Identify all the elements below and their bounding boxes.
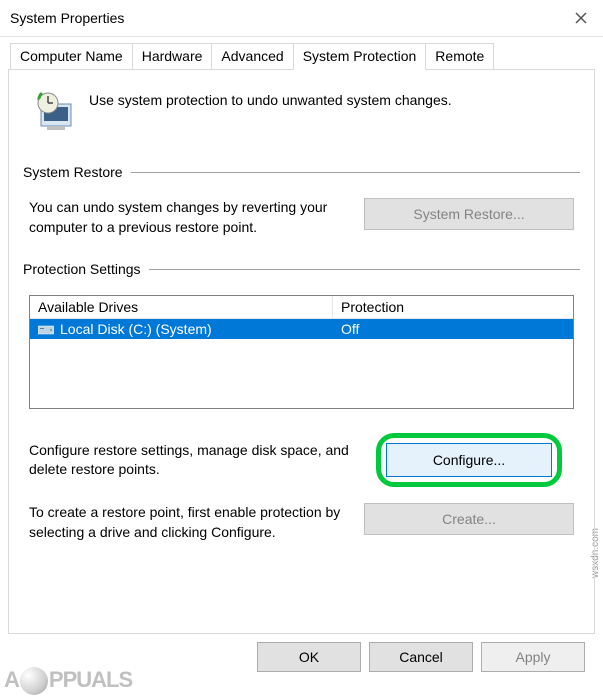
cancel-button[interactable]: Cancel	[369, 642, 473, 672]
column-drives[interactable]: Available Drives	[30, 296, 333, 319]
divider	[149, 269, 580, 270]
configure-highlight: Configure...	[376, 433, 562, 487]
system-restore-section: System Restore You can undo system chang…	[23, 164, 580, 237]
apply-button: Apply	[481, 642, 585, 672]
close-button[interactable]	[569, 6, 593, 30]
system-restore-desc: You can undo system changes by reverting…	[29, 198, 354, 237]
system-restore-button: System Restore...	[364, 198, 574, 230]
titlebar: System Properties	[0, 0, 603, 37]
drive-row[interactable]: Local Disk (C:) (System) Off	[30, 319, 573, 339]
tab-system-protection[interactable]: System Protection	[293, 43, 427, 70]
tab-advanced[interactable]: Advanced	[211, 43, 293, 69]
tab-hardware[interactable]: Hardware	[132, 43, 213, 69]
disk-icon	[38, 323, 54, 335]
drive-list[interactable]: Available Drives Protection Local Disk (…	[29, 295, 574, 409]
drive-list-header: Available Drives Protection	[30, 296, 573, 319]
intro-text: Use system protection to undo unwanted s…	[89, 90, 452, 108]
drive-protection-status: Off	[333, 319, 573, 339]
watermark-logo: APPUALS	[4, 667, 132, 695]
drive-name: Local Disk (C:) (System)	[60, 321, 212, 337]
protection-settings-section: Protection Settings Available Drives Pro…	[23, 261, 580, 542]
column-protection[interactable]: Protection	[333, 296, 573, 319]
tab-body: Use system protection to undo unwanted s…	[8, 69, 595, 634]
protection-settings-title: Protection Settings	[23, 261, 141, 277]
tab-strip: Computer Name Hardware Advanced System P…	[0, 43, 603, 69]
window-title: System Properties	[10, 10, 124, 26]
configure-desc: Configure restore settings, manage disk …	[29, 441, 354, 480]
create-desc: To create a restore point, first enable …	[29, 503, 354, 542]
ok-button[interactable]: OK	[257, 642, 361, 672]
tab-computer-name[interactable]: Computer Name	[10, 43, 133, 69]
system-restore-title: System Restore	[23, 164, 123, 180]
intro-section: Use system protection to undo unwanted s…	[23, 84, 580, 164]
tab-remote[interactable]: Remote	[425, 43, 494, 69]
divider	[131, 172, 580, 173]
configure-button[interactable]: Configure...	[386, 443, 552, 477]
system-protection-icon	[33, 90, 77, 134]
create-button: Create...	[364, 503, 574, 535]
